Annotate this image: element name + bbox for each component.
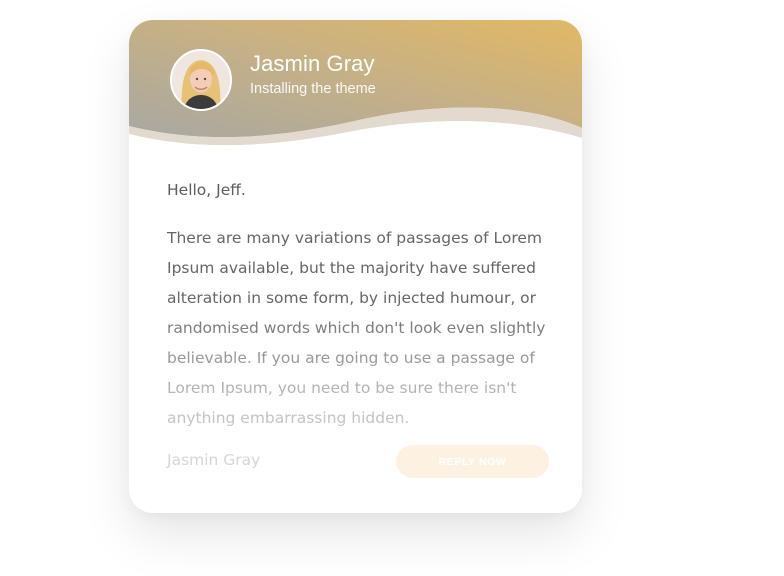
message-card: Jasmin Gray Installing the theme Hello, … [129, 20, 582, 513]
avatar[interactable] [170, 49, 232, 111]
reply-now-button[interactable]: REPLY NOW [396, 445, 549, 478]
message-body: There are many variations of passages of… [167, 229, 546, 427]
greeting-text: Hello, Jeff. [167, 181, 246, 199]
message-subject: Installing the theme [250, 81, 376, 97]
sender-name: Jasmin Gray [250, 51, 375, 76]
card-header: Jasmin Gray Installing the theme [129, 20, 582, 165]
signature-name: Jasmin Gray [167, 451, 261, 469]
page: Jasmin Gray Installing the theme Hello, … [0, 0, 784, 576]
avatar-photo-icon [172, 51, 230, 109]
